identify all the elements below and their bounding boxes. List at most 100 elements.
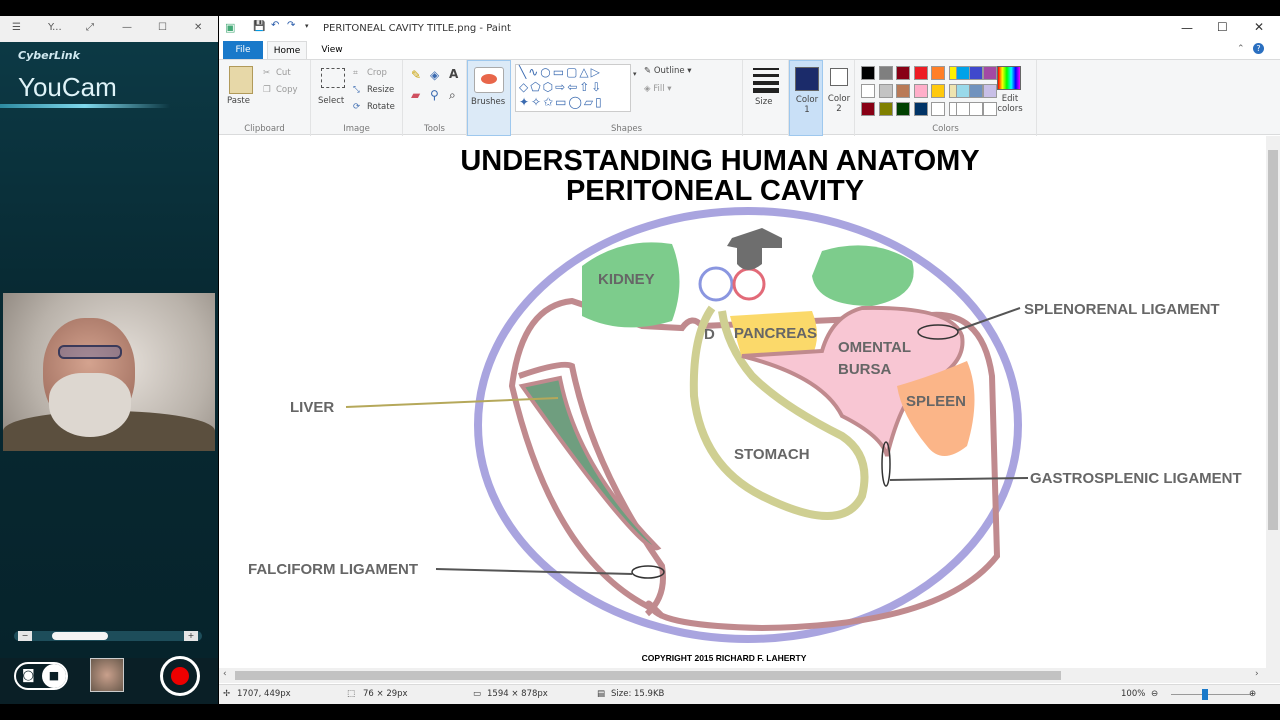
youcam-titlebar: ☰ Y... ⤢ — ☐ ✕ <box>0 16 218 42</box>
palette-swatch[interactable] <box>878 102 893 116</box>
zoom-thumb[interactable] <box>1202 689 1208 700</box>
paste-button[interactable]: Paste <box>227 96 250 106</box>
palette-swatch[interactable] <box>931 84 945 98</box>
size-label: Size <box>755 97 773 107</box>
edit-colors-icon[interactable] <box>997 66 1021 90</box>
tab-view[interactable]: View <box>315 41 349 59</box>
maximize-icon[interactable]: ☐ <box>158 22 167 33</box>
palette-swatch[interactable] <box>982 66 997 80</box>
person-glasses <box>58 345 122 359</box>
scroll-right-icon[interactable]: › <box>1255 669 1259 679</box>
zoom-out-icon[interactable]: ⊖ <box>1151 689 1158 699</box>
palette-swatch[interactable] <box>913 84 928 98</box>
vertical-scrollbar[interactable] <box>1266 136 1280 668</box>
palette-swatch[interactable] <box>896 66 910 80</box>
label-falciform: FALCIFORM LIGAMENT <box>248 561 418 578</box>
outline-button[interactable]: ✎ Outline ▾ <box>644 66 692 76</box>
image-size-icon: ▭ <box>473 689 482 699</box>
color-picker-icon[interactable]: ⚲ <box>430 88 439 102</box>
label-d: D <box>704 326 715 343</box>
snapshot-thumbnail[interactable] <box>90 658 124 692</box>
zoom-out-icon[interactable]: − <box>18 631 32 641</box>
fill-button[interactable]: ◈ Fill ▾ <box>644 84 672 94</box>
magnifier-icon[interactable]: ⌕ <box>449 88 456 103</box>
maximize-icon[interactable]: ☐ <box>1217 20 1228 34</box>
liver-shape <box>518 375 662 551</box>
paste-icon[interactable] <box>229 66 253 94</box>
label-liver: LIVER <box>290 399 334 416</box>
palette-swatch[interactable] <box>861 66 875 80</box>
zoom-in-icon[interactable]: + <box>184 631 198 641</box>
palette-swatch[interactable] <box>896 102 910 116</box>
horizontal-scrollbar[interactable]: ‹ › <box>219 668 1280 683</box>
palette-swatch[interactable] <box>878 84 893 98</box>
palette-swatch[interactable] <box>878 66 893 80</box>
brushes-button[interactable]: Brushes <box>467 60 511 136</box>
palette-swatch[interactable] <box>896 84 910 98</box>
file-size-icon: ▤ <box>597 689 606 699</box>
palette-swatch[interactable] <box>955 66 970 80</box>
anatomy-drawing[interactable]: UNDERSTANDING HUMAN ANATOMY PERITONEAL C… <box>222 136 1266 666</box>
text-icon[interactable]: A <box>449 67 458 81</box>
vertical-scroll-thumb[interactable] <box>1268 150 1278 530</box>
liver-leader <box>345 397 559 408</box>
undo-icon[interactable]: ↶ <box>271 20 279 31</box>
palette-swatch[interactable] <box>913 102 928 116</box>
rotate-button[interactable]: Rotate <box>367 102 395 112</box>
expand-icon[interactable]: ⤢ <box>86 22 94 33</box>
select-button[interactable]: Select <box>318 96 344 106</box>
edit-colors-button[interactable]: Edit colors <box>995 94 1025 114</box>
ribbon: Paste ✂ Cut ❐ Copy Clipboard Select ⌗ Cr… <box>219 59 1280 136</box>
zoom-track[interactable] <box>1171 694 1251 695</box>
palette-swatch[interactable] <box>931 102 945 116</box>
menu-icon[interactable]: ☰ <box>12 22 21 33</box>
close-icon[interactable]: ✕ <box>194 22 202 33</box>
outline-label: Outline <box>653 66 685 76</box>
help-icon[interactable]: ? <box>1253 43 1264 54</box>
tools-label: Tools <box>424 124 445 134</box>
tab-home[interactable]: Home <box>267 41 307 59</box>
label-spleen: SPLEEN <box>906 393 966 410</box>
palette-swatch[interactable] <box>969 84 983 98</box>
eraser-icon[interactable]: ▰ <box>411 88 420 102</box>
horizontal-scroll-thumb[interactable] <box>235 671 1061 680</box>
palette-swatch[interactable] <box>861 102 875 116</box>
copy-button[interactable]: Copy <box>276 85 298 95</box>
color2-button[interactable]: Color 2 <box>823 60 855 136</box>
palette-swatch[interactable] <box>861 84 875 98</box>
palette-swatch[interactable] <box>969 66 983 80</box>
resize-button[interactable]: Resize <box>367 85 394 95</box>
zoom-slider[interactable]: − + <box>14 631 202 641</box>
gallery-scroll-icon[interactable]: ▾ <box>633 70 637 78</box>
save-icon[interactable]: 💾 <box>253 21 265 32</box>
shapes-gallery[interactable]: ╲∿○▭▢△▷ ◇⬠⬡⇨⇦⇧⇩ ✦✧✩▭◯▱▯ <box>515 64 631 112</box>
paint-titlebar: ▣ 💾 ↶ ↷ ▾ PERITONEAL CAVITY TITLE.png - … <box>219 16 1280 40</box>
size-button[interactable]: Size <box>743 60 789 136</box>
tools-group: ✎ ◈ A ▰ ⚲ ⌕ Tools <box>403 60 467 136</box>
minimize-icon[interactable]: — <box>122 22 132 33</box>
palette-swatch[interactable] <box>955 84 970 98</box>
pencil-icon[interactable]: ✎ <box>411 68 421 82</box>
select-icon[interactable] <box>321 68 345 88</box>
crop-button[interactable]: Crop <box>367 68 387 78</box>
collapse-ribbon-icon[interactable]: ⌃ <box>1237 44 1245 54</box>
zoom-in-icon[interactable]: ⊕ <box>1249 689 1256 699</box>
quick-access-dropdown-icon[interactable]: ▾ <box>305 22 309 30</box>
drawing-canvas[interactable]: UNDERSTANDING HUMAN ANATOMY PERITONEAL C… <box>222 136 1266 666</box>
minimize-icon[interactable]: — <box>1181 21 1193 35</box>
scroll-left-icon[interactable]: ‹ <box>223 669 227 679</box>
camera-video-toggle[interactable]: ◙ ■ <box>14 662 68 690</box>
zoom-slider-thumb[interactable] <box>52 632 108 640</box>
record-button[interactable] <box>160 656 200 696</box>
color1-button[interactable]: Color 1 <box>789 60 823 136</box>
palette-swatch[interactable] <box>931 66 945 80</box>
close-icon[interactable]: ✕ <box>1254 20 1264 34</box>
palette-swatch[interactable] <box>969 102 983 116</box>
palette-swatch[interactable] <box>955 102 970 116</box>
record-icon <box>171 667 189 685</box>
tab-file[interactable]: File <box>223 41 263 59</box>
palette-swatch[interactable] <box>913 66 928 80</box>
fill-bucket-icon[interactable]: ◈ <box>430 68 439 82</box>
redo-icon[interactable]: ↷ <box>287 20 295 31</box>
cut-button[interactable]: Cut <box>276 68 291 78</box>
